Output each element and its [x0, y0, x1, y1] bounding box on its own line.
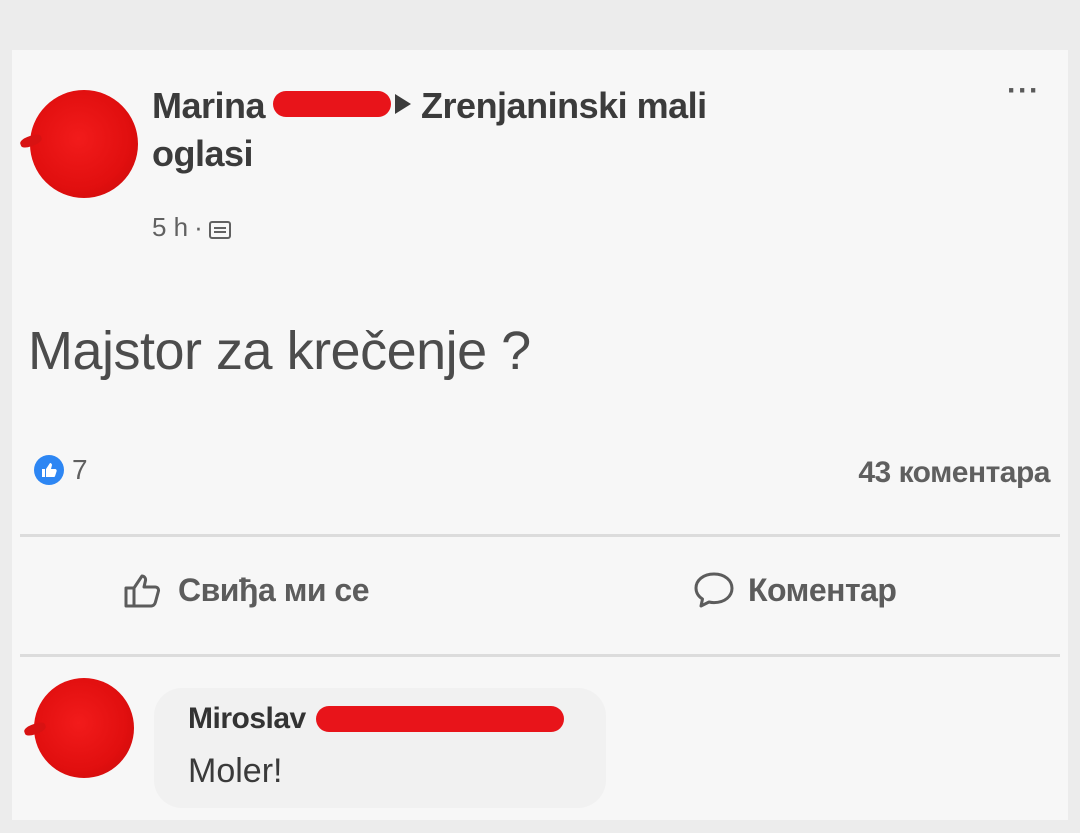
author-avatar[interactable] [30, 90, 138, 198]
like-icon [34, 455, 64, 485]
reactions-summary[interactable]: 7 [34, 454, 88, 486]
comment-bubble: Miroslav Moler! [154, 688, 606, 808]
post-text: Majstor za krečenje ? [28, 321, 531, 381]
speech-bubble-icon [694, 572, 734, 608]
thumbs-up-icon [124, 574, 161, 608]
divider [20, 654, 1060, 657]
like-button-label: Свиђа ми се [178, 571, 370, 608]
post-header-title: Marina Zrenjaninski mali oglasi [152, 82, 912, 178]
comment-text: Moler! [188, 752, 283, 790]
reaction-count: 7 [72, 454, 88, 485]
comment-author: Miroslav [188, 702, 564, 736]
more-options-button[interactable]: ··· [1007, 74, 1040, 108]
redaction-mark [273, 91, 392, 118]
post-timestamp[interactable]: 5 h [152, 212, 188, 243]
divider [20, 534, 1060, 537]
redaction-mark [315, 706, 564, 732]
post-meta: 5 h · [152, 212, 231, 243]
comment-author-name[interactable]: Miroslav [188, 702, 306, 736]
meta-separator: · [194, 212, 203, 242]
arrow-right-icon [395, 94, 412, 115]
comment-count[interactable]: 43 коментара [858, 456, 1050, 490]
post-card: Marina Zrenjaninski mali oglasi 5 h · ··· … [12, 50, 1068, 820]
comment-button[interactable]: Коментар [692, 570, 897, 610]
like-button[interactable]: Свиђа ми се [122, 570, 370, 610]
author-name[interactable]: Marina [152, 85, 266, 126]
group-icon [208, 220, 231, 239]
commenter-avatar[interactable] [34, 678, 134, 778]
comment-button-label: Коментар [748, 571, 897, 608]
